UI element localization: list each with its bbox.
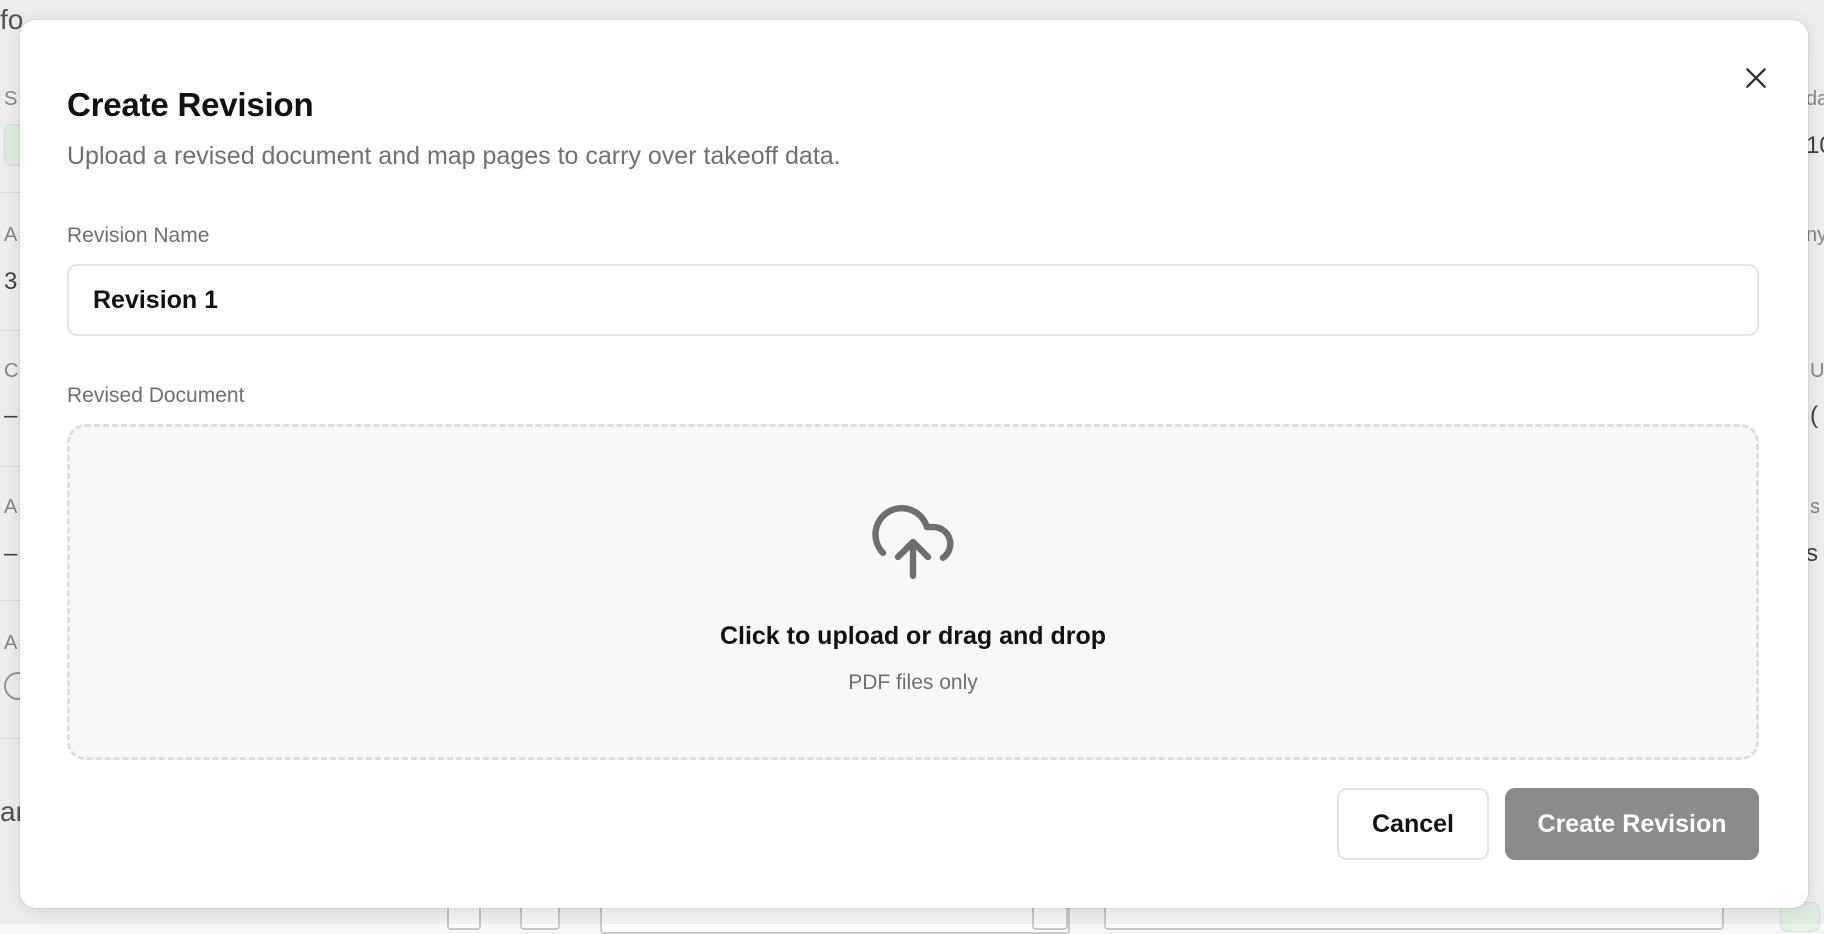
close-icon bbox=[1743, 65, 1769, 91]
dialog-title: Create Revision bbox=[67, 86, 313, 124]
revised-document-label: Revised Document bbox=[67, 384, 244, 408]
create-revision-dialog: Create Revision Upload a revised documen… bbox=[20, 20, 1808, 908]
file-upload-dropzone[interactable]: Click to upload or drag and drop PDF fil… bbox=[67, 424, 1759, 760]
revision-name-input[interactable] bbox=[67, 264, 1759, 336]
create-revision-button[interactable]: Create Revision bbox=[1505, 788, 1759, 860]
cancel-button[interactable]: Cancel bbox=[1337, 788, 1489, 860]
upload-file-types: PDF files only bbox=[70, 671, 1756, 695]
dialog-subtitle: Upload a revised document and map pages … bbox=[67, 142, 841, 171]
upload-instructions: Click to upload or drag and drop bbox=[70, 622, 1756, 651]
cloud-upload-icon bbox=[868, 497, 958, 587]
revision-name-label: Revision Name bbox=[67, 224, 209, 248]
close-button[interactable] bbox=[1732, 54, 1780, 102]
